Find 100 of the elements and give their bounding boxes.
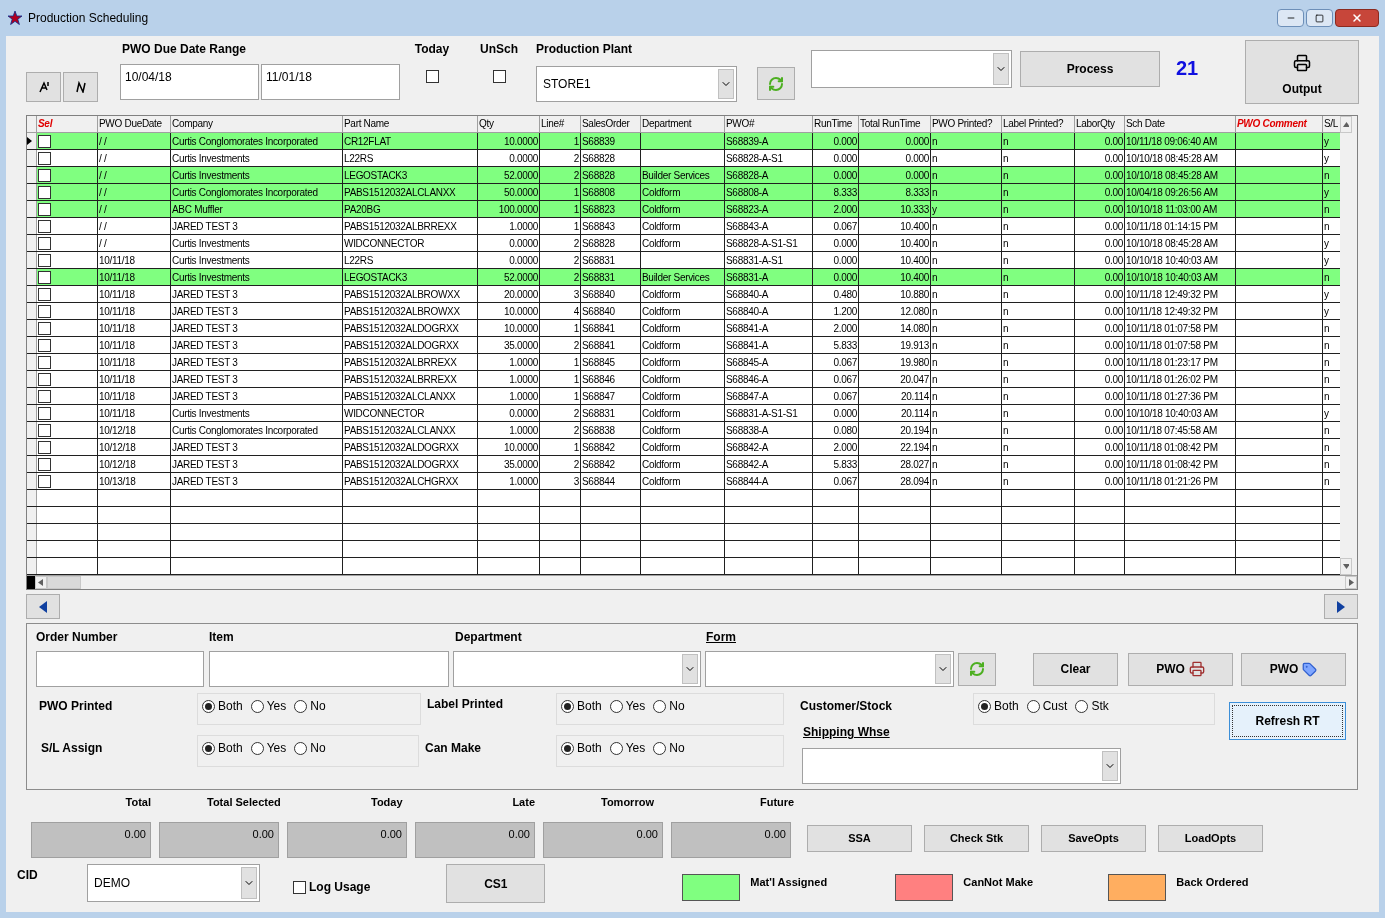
previous-page-button[interactable] — [26, 594, 60, 619]
checkbox[interactable] — [492, 70, 506, 83]
checkbox[interactable] — [38, 236, 51, 250]
checkbox[interactable] — [38, 355, 51, 369]
radio-option[interactable]: No — [653, 739, 685, 757]
shipping-whse-link[interactable]: Shipping Whse — [800, 723, 1215, 741]
column-header[interactable]: Department — [641, 116, 725, 132]
radio-option[interactable]: Both — [202, 697, 243, 715]
process-button[interactable]: Process — [1020, 51, 1160, 87]
plant-select[interactable]: STORE1 — [536, 66, 737, 102]
column-header[interactable]: Line# — [540, 116, 581, 132]
table-row[interactable]: / / JARED TEST 3 PABS1512032ALBRREXX 1.0000 1 S68843 Coldform S68843-A 0.067 10.400 n n 0.00 10/11/18 01:14:15 PM n — [27, 218, 1340, 235]
checkbox[interactable] — [38, 270, 51, 284]
table-row[interactable]: 10/11/18 JARED TEST 3 PABS1512032ALBRREXX 1.0000 1 S68845 Coldform S68845-A 0.067 19.980 n n 0.00 10/11/18 01:23:17 PM n — [27, 354, 1340, 371]
close-button[interactable] — [1335, 9, 1379, 27]
table-row[interactable]: 10/11/18 JARED TEST 3 PABS1512032ALDOGRXX 10.0000 1 S68841 Coldform S68841-A 2.000 14.080 n n 0.00 10/11/18 01:07:58 PM n — [27, 320, 1340, 337]
table-row[interactable]: / / ABC Muffler PA20BG 100.0000 1 S68823 Coldform S68823-A 2.000 10.333 y n 0.00 10/10/18 11:03:00 AM n — [27, 201, 1340, 218]
table-row[interactable]: / / Curtis Investments L22RS 0.0000 2 S68828 S68828-A-S1 0.000 0.000 n n 0.00 10/10/18 08:45:28 AM y — [27, 150, 1340, 167]
checkbox[interactable] — [293, 880, 306, 894]
form-link[interactable]: Form — [706, 628, 736, 646]
scroll-down-button[interactable] — [1340, 558, 1352, 575]
checkbox[interactable] — [38, 389, 51, 403]
table-row[interactable]: / / Curtis Conglomorates Incorporated CR12FLAT 10.0000 1 S68839 S68839-A 0.000 0.000 n n 0.00 10/11/18 09:06:40 AM y — [27, 133, 1340, 150]
checkbox[interactable] — [38, 372, 51, 386]
next-page-button[interactable] — [1324, 594, 1358, 619]
table-row[interactable]: 10/12/18 Curtis Conglomorates Incorporated PABS1512032ALCLANXX 1.0000 2 S68838 Coldform S68838-A 0.080 20.194 n n 0.00 10/11/18 07:45:58 AM n — [27, 422, 1340, 439]
action-button[interactable]: LoadOpts — [1158, 825, 1263, 852]
checkbox[interactable] — [38, 151, 51, 165]
table-row[interactable]: 10/11/18 JARED TEST 3 PABS1512032ALBRREXX 1.0000 1 S68846 Coldform S68846-A 0.067 20.047 n n 0.00 10/11/18 01:26:02 PM n — [27, 371, 1340, 388]
radio-option[interactable]: Yes — [609, 739, 646, 757]
tag-icon[interactable] — [1302, 661, 1318, 677]
column-header[interactable]: LaborQty — [1075, 116, 1125, 132]
column-header[interactable]: Qty — [478, 116, 540, 132]
radio-option[interactable]: No — [653, 697, 685, 715]
checkbox[interactable] — [38, 287, 51, 301]
table-row[interactable]: / / Curtis Investments LEGOSTACK3 52.0000 2 S68828 Builder Services S68828-A 0.000 0.000 n n 0.00 10/10/18 08:45:28 AM n — [27, 167, 1340, 184]
radio-option[interactable]: Cust — [1026, 697, 1068, 715]
action-button[interactable]: Check Stk — [924, 825, 1029, 852]
action-button[interactable]: SaveOpts — [1041, 825, 1146, 852]
checkbox[interactable] — [38, 321, 51, 335]
pwo-label-button[interactable]: PWO — [1241, 652, 1346, 686]
checkbox[interactable] — [38, 134, 51, 148]
checkbox[interactable] — [38, 406, 51, 420]
checkbox[interactable] — [38, 185, 51, 199]
order-number-field[interactable] — [36, 651, 204, 687]
radio-option[interactable]: Both — [561, 697, 602, 715]
table-row[interactable]: 10/11/18 Curtis Investments LEGOSTACK3 52.0000 2 S68831 Builder Services S68831-A 0.000 10.400 n n 0.00 10/10/18 10:40:03 AM n — [27, 269, 1340, 286]
vertical-scrollbar[interactable] — [1340, 116, 1357, 575]
table-row[interactable]: 10/13/18 JARED TEST 3 PABS1512032ALCHGRXX 1.0000 3 S68844 Coldform S68844-A 0.067 28.094 n n 0.00 10/11/18 01:21:26 PM n — [27, 473, 1340, 490]
table-row[interactable]: 10/11/18 Curtis Investments WIDCONNECTOR 0.0000 2 S68831 Coldform S68831-A-S1-S1 0.000 20.114 n n 0.00 10/10/18 10:40:03 AM y — [27, 405, 1340, 422]
sort-ascending-button[interactable] — [26, 72, 61, 102]
radio-option[interactable]: Stk — [1075, 697, 1109, 715]
column-header[interactable]: Label Printed? — [1002, 116, 1075, 132]
column-header[interactable]: Part Name — [343, 116, 478, 132]
scroll-left-button[interactable] — [35, 576, 47, 589]
shipping-whse-select[interactable] — [802, 748, 1121, 784]
table-row[interactable]: 10/12/18 JARED TEST 3 PABS1512032ALDOGRXX 35.0000 2 S68842 Coldform S68842-A 5.833 28.027 n n 0.00 10/11/18 01:08:42 PM n — [27, 456, 1340, 473]
checkbox[interactable] — [38, 440, 51, 454]
radio-option[interactable]: Yes — [250, 697, 287, 715]
item-field[interactable] — [209, 651, 449, 687]
column-header[interactable]: PWO Comment — [1236, 116, 1323, 132]
table-row[interactable]: 10/11/18 JARED TEST 3 PABS1512032ALCLANXX 1.0000 1 S68847 Coldform S68847-A 0.067 20.114 n n 0.00 10/11/18 01:27:36 PM n — [27, 388, 1340, 405]
checkbox[interactable] — [38, 202, 51, 216]
column-header[interactable]: PWO DueDate — [98, 116, 171, 132]
log-usage-checkbox[interactable]: Log Usage — [293, 878, 371, 896]
department-select[interactable] — [453, 651, 701, 687]
scroll-thumb[interactable] — [47, 576, 81, 589]
checkbox[interactable] — [38, 423, 51, 437]
action-button[interactable]: SSA — [807, 825, 912, 852]
checkbox[interactable] — [425, 70, 439, 83]
table-row[interactable]: 10/11/18 JARED TEST 3 PABS1512032ALDOGRXX 35.0000 2 S68841 Coldform S68841-A 5.833 19.913 n n 0.00 10/11/18 01:07:58 PM n — [27, 337, 1340, 354]
column-header[interactable]: PWO# — [725, 116, 813, 132]
process-select[interactable] — [811, 50, 1012, 88]
radio-option[interactable]: Both — [202, 739, 243, 757]
cid-select[interactable]: DEMO — [87, 864, 260, 902]
column-header[interactable]: Total RunTime — [859, 116, 931, 132]
output-button[interactable]: Output — [1245, 40, 1359, 104]
checkbox[interactable] — [38, 253, 51, 267]
column-header[interactable]: SalesOrder — [581, 116, 641, 132]
checkbox[interactable] — [38, 168, 51, 182]
cs1-button[interactable]: CS1 — [446, 864, 546, 903]
to-date-field[interactable]: 11/01/18 — [261, 64, 400, 100]
table-row[interactable]: / / Curtis Conglomorates Incorporated PABS1512032ALCLANXX 50.0000 1 S68808 Coldform S68808-A 8.333 8.333 n n 0.00 10/04/18 09:26:56 AM y — [27, 184, 1340, 201]
print-pwo-button[interactable]: PWO — [1128, 652, 1233, 686]
radio-option[interactable]: Both — [978, 697, 1019, 715]
refresh-rt-button[interactable]: Refresh RT — [1229, 702, 1346, 740]
scroll-right-button[interactable] — [1345, 576, 1357, 589]
table-row[interactable]: 10/11/18 Curtis Investments L22RS 0.0000 2 S68831 S68831-A-S1 0.000 10.400 n n 0.00 10/10/18 10:40:03 AM y — [27, 252, 1340, 269]
column-header[interactable]: Sel — [37, 116, 98, 132]
column-header[interactable]: RunTime — [813, 116, 859, 132]
sort-descending-button[interactable] — [63, 72, 98, 102]
column-header[interactable]: S/L — [1323, 116, 1340, 132]
clear-button[interactable]: Clear — [1033, 652, 1118, 686]
radio-option[interactable]: Both — [561, 739, 602, 757]
checkbox[interactable] — [38, 457, 51, 471]
radio-option[interactable]: Yes — [609, 697, 646, 715]
table-row[interactable]: 10/11/18 JARED TEST 3 PABS1512032ALBROWXX 20.0000 3 S68840 Coldform S68840-A 0.480 10.880 n n 0.00 10/11/18 12:49:32 PM y — [27, 286, 1340, 303]
column-header[interactable]: PWO Printed? — [931, 116, 1002, 132]
column-header[interactable]: Sch Date — [1125, 116, 1236, 132]
from-date-field[interactable]: 10/04/18 — [120, 64, 259, 100]
